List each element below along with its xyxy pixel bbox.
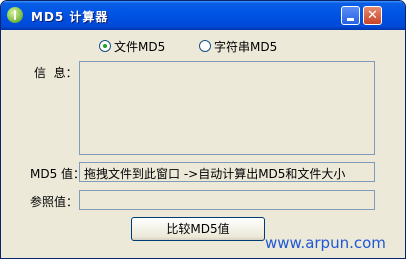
close-icon: ✕ (367, 8, 378, 23)
md5-field[interactable]: 拖拽文件到此窗口 ->自动计算出MD5和文件大小 (79, 162, 375, 182)
minimize-icon (347, 18, 354, 21)
compare-md5-button[interactable]: 比较MD5值 (131, 217, 265, 241)
radio-file-md5-label: 文件MD5 (114, 39, 166, 54)
md5-calculator-window: MD5 计算器 ✕ 文件MD5 字符串MD5 信 息： MD5 值： 拖拽文件到… (0, 0, 406, 259)
app-icon (7, 7, 23, 23)
md5-label: MD5 值： (30, 167, 86, 181)
radio-file-md5[interactable]: 文件MD5 (99, 38, 165, 54)
watermark-text: www.arpun.com (265, 234, 386, 252)
info-textarea[interactable] (79, 61, 375, 155)
reference-field[interactable] (79, 190, 375, 210)
window-content: 文件MD5 字符串MD5 信 息： MD5 值： 拖拽文件到此窗口 ->自动计算… (4, 30, 402, 256)
info-label: 信 息： (34, 66, 78, 80)
radio-unselected-icon (199, 40, 211, 52)
window-title: MD5 计算器 (31, 10, 109, 24)
reference-label: 参照值： (30, 195, 79, 209)
minimize-button[interactable] (341, 6, 360, 25)
radio-string-md5-label: 字符串MD5 (214, 39, 278, 54)
title-bar[interactable]: MD5 计算器 ✕ (1, 1, 405, 30)
radio-selected-icon (99, 40, 111, 52)
radio-string-md5[interactable]: 字符串MD5 (199, 38, 277, 54)
close-button[interactable]: ✕ (363, 6, 382, 25)
